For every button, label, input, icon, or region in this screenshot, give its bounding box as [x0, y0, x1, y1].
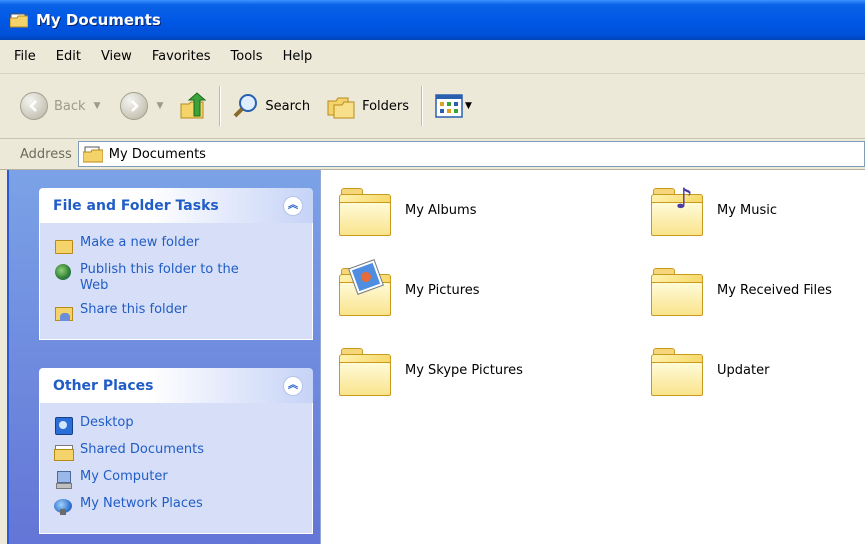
- views-dropdown-icon[interactable]: ▼: [465, 101, 472, 111]
- forward-dropdown-icon[interactable]: ▼: [156, 101, 163, 111]
- collapse-chevron-icon[interactable]: ︽: [283, 376, 303, 396]
- music-folder-icon: ♪: [647, 180, 707, 240]
- menu-view[interactable]: View: [91, 49, 142, 64]
- share-folder-icon: [54, 303, 73, 321]
- network-places-icon: [54, 497, 72, 515]
- address-field[interactable]: My Documents: [77, 141, 865, 167]
- file-folder-tasks-title: File and Folder Tasks: [53, 197, 219, 214]
- back-arrow-icon: [20, 92, 48, 120]
- toolbar-separator: [219, 86, 222, 126]
- place-network[interactable]: My Network Places: [54, 496, 306, 515]
- menu-file[interactable]: File: [0, 49, 46, 64]
- folder-icon: [647, 340, 707, 400]
- forward-button[interactable]: ▼: [114, 86, 169, 126]
- back-dropdown-icon[interactable]: ▼: [94, 101, 101, 111]
- file-item-my-received-files[interactable]: My Received Files: [647, 260, 832, 320]
- new-folder-icon: [54, 236, 73, 254]
- up-folder-icon: [179, 92, 207, 120]
- forward-arrow-icon: [120, 92, 149, 120]
- folder-icon: [335, 180, 395, 240]
- task-label: Make a new folder: [80, 235, 200, 250]
- place-shared-documents[interactable]: Shared Documents: [54, 442, 306, 461]
- other-places-body: Desktop Shared Documents My Computer My …: [39, 403, 313, 534]
- folder-icon: [647, 260, 707, 320]
- file-label: Updater: [717, 362, 770, 378]
- other-places-group: Other Places ︽ Desktop Shared Documents …: [39, 368, 313, 534]
- file-label: My Received Files: [717, 282, 832, 298]
- title-bar[interactable]: My Documents: [0, 0, 865, 40]
- search-label: Search: [265, 98, 311, 114]
- menu-bar: File Edit View Favorites Tools Help: [0, 40, 865, 74]
- task-publish-folder[interactable]: Publish this folder to the Web: [54, 262, 306, 294]
- menu-tools[interactable]: Tools: [221, 49, 273, 64]
- menu-favorites[interactable]: Favorites: [142, 49, 221, 64]
- toolbar-separator: [421, 86, 424, 126]
- file-item-updater[interactable]: Updater: [647, 340, 769, 400]
- back-label: Back: [54, 98, 86, 114]
- task-label: Share this folder: [80, 302, 188, 317]
- address-value: My Documents: [108, 146, 206, 162]
- search-button[interactable]: Search: [227, 86, 316, 126]
- other-places-title: Other Places: [53, 377, 154, 394]
- address-bar: Address My Documents: [0, 139, 865, 170]
- place-label: My Computer: [80, 469, 168, 484]
- place-label: My Network Places: [80, 496, 203, 511]
- my-documents-icon: [9, 12, 29, 28]
- file-list-pane: My Albums ♪ My Music My Pictures My Rece…: [320, 170, 865, 544]
- desktop-icon: [54, 416, 73, 435]
- file-item-my-pictures[interactable]: My Pictures: [335, 260, 480, 320]
- file-label: My Music: [717, 202, 778, 218]
- file-folder-tasks-body: Make a new folder Publish this folder to…: [39, 223, 313, 340]
- folders-icon: [326, 93, 356, 119]
- file-label: My Skype Pictures: [405, 362, 523, 378]
- file-folder-tasks-header[interactable]: File and Folder Tasks ︽: [39, 188, 313, 223]
- shared-documents-icon: [54, 443, 74, 461]
- window-title: My Documents: [36, 11, 161, 29]
- file-label: My Pictures: [405, 282, 480, 298]
- back-button[interactable]: Back ▼: [14, 86, 106, 126]
- folders-button[interactable]: Folders: [320, 86, 415, 126]
- place-label: Desktop: [80, 415, 134, 430]
- collapse-chevron-icon[interactable]: ︽: [283, 196, 303, 216]
- file-folder-tasks-group: File and Folder Tasks ︽ Make a new folde…: [39, 188, 313, 340]
- folder-icon: [335, 340, 395, 400]
- views-icon: [435, 94, 463, 118]
- pictures-folder-icon: [335, 260, 395, 320]
- publish-web-icon: [54, 263, 72, 281]
- my-computer-icon: [54, 470, 72, 489]
- file-item-my-skype-pictures[interactable]: My Skype Pictures: [335, 340, 523, 400]
- explorer-window: My Documents File Edit View Favorites To…: [0, 0, 865, 544]
- address-label: Address: [20, 146, 72, 162]
- my-documents-small-icon: [82, 145, 104, 163]
- search-icon: [233, 93, 259, 119]
- views-button[interactable]: ▼: [429, 86, 478, 126]
- menu-edit[interactable]: Edit: [46, 49, 91, 64]
- place-label: Shared Documents: [80, 442, 205, 457]
- task-share-folder[interactable]: Share this folder: [54, 302, 306, 321]
- task-make-new-folder[interactable]: Make a new folder: [54, 235, 306, 254]
- other-places-header[interactable]: Other Places ︽: [39, 368, 313, 403]
- place-my-computer[interactable]: My Computer: [54, 469, 306, 489]
- toolbar: Back ▼ ▼ Search Folders ▼: [0, 74, 865, 139]
- file-item-my-music[interactable]: ♪ My Music: [647, 180, 777, 240]
- task-pane: File and Folder Tasks ︽ Make a new folde…: [7, 170, 322, 544]
- file-item-my-albums[interactable]: My Albums: [335, 180, 476, 240]
- menu-help[interactable]: Help: [273, 49, 323, 64]
- folders-label: Folders: [362, 98, 410, 114]
- place-desktop[interactable]: Desktop: [54, 415, 306, 435]
- file-label: My Albums: [405, 202, 477, 218]
- pane-frame: [0, 170, 7, 544]
- up-button[interactable]: [173, 86, 213, 126]
- task-label: Publish this folder to the Web: [80, 262, 239, 293]
